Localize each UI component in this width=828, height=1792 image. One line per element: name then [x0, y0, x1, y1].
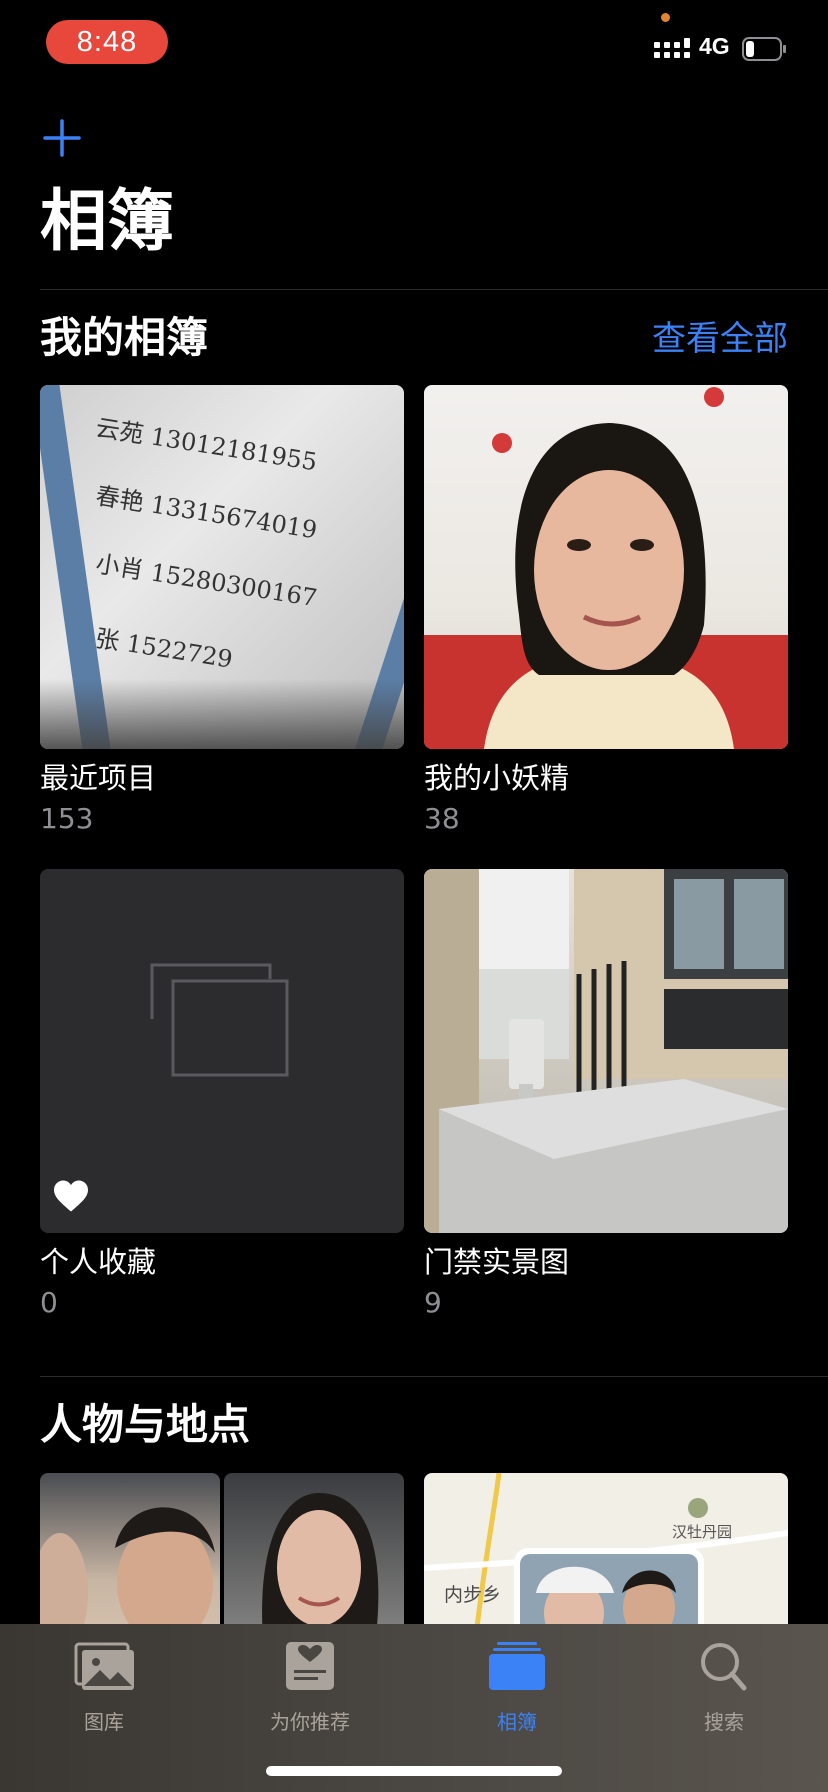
- paper-text-line: 小肖 15280300167: [93, 549, 320, 613]
- album-name: 门禁实景图: [424, 1245, 570, 1279]
- album-thumbnail[interactable]: [424, 385, 788, 749]
- album-thumbnail[interactable]: [424, 869, 788, 1233]
- cellular-signal-icon: [654, 38, 690, 58]
- header-divider: [40, 289, 828, 290]
- album-thumbnail[interactable]: 云苑 13012181955 春艳 13315674019 小肖 1528030…: [40, 385, 404, 749]
- album-name: 我的小妖精: [424, 761, 570, 795]
- search-icon: [701, 1643, 747, 1691]
- album-favorites[interactable]: 个人收藏 0: [40, 869, 404, 1319]
- photos-library-icon: [74, 1642, 134, 1690]
- album-name: 个人收藏: [40, 1245, 157, 1279]
- add-album-button[interactable]: [40, 116, 84, 160]
- gate-photo: [424, 869, 788, 1233]
- tab-search[interactable]: 搜索: [644, 1640, 804, 1735]
- album-my-fairy[interactable]: 我的小妖精 38: [424, 385, 788, 835]
- status-bar: 8:48 4G: [0, 0, 828, 90]
- section-divider: [40, 1376, 828, 1377]
- album-recents[interactable]: 云苑 13012181955 春艳 13315674019 小肖 1528030…: [40, 385, 404, 835]
- for-you-icon: [286, 1642, 334, 1690]
- map-label: 汉牡丹园: [672, 1523, 733, 1541]
- album-count: 0: [40, 1285, 58, 1319]
- tab-library[interactable]: 图库: [24, 1640, 184, 1735]
- empty-album-icon: [150, 963, 289, 1077]
- albums-icon: [489, 1642, 545, 1690]
- my-albums-title: 我的相簿: [40, 313, 209, 362]
- page-title: 相簿: [40, 182, 174, 260]
- see-all-link[interactable]: 查看全部: [652, 322, 788, 356]
- tab-label: 图库: [84, 1710, 124, 1734]
- tab-label: 相簿: [497, 1710, 537, 1734]
- tab-for-you[interactable]: 为你推荐: [230, 1640, 390, 1735]
- album-name: 最近项目: [40, 761, 157, 795]
- battery-icon: [742, 37, 786, 61]
- tab-albums[interactable]: 相簿: [437, 1640, 597, 1735]
- paper-text-line: 春艳 13315674019: [93, 481, 320, 545]
- tab-label: 为你推荐: [270, 1710, 350, 1734]
- home-indicator[interactable]: [266, 1766, 562, 1776]
- paper-text-line: 张 1522729: [93, 624, 235, 674]
- heart-icon: [54, 1180, 88, 1212]
- map-label: 内步乡: [444, 1584, 502, 1606]
- camera-indicator-dot: [661, 13, 670, 22]
- album-thumbnail[interactable]: [40, 869, 404, 1233]
- people-places-title: 人物与地点: [40, 1400, 251, 1449]
- album-count: 9: [424, 1285, 442, 1319]
- album-gate-photos[interactable]: 门禁实景图 9: [424, 869, 788, 1319]
- network-type-label: 4G: [699, 33, 730, 59]
- album-count: 38: [424, 801, 460, 835]
- tab-label: 搜索: [704, 1710, 744, 1734]
- paper-text-line: 云苑 13012181955: [93, 413, 320, 477]
- portrait-photo: [424, 387, 788, 749]
- album-count: 153: [40, 801, 94, 835]
- status-time[interactable]: 8:48: [46, 20, 168, 64]
